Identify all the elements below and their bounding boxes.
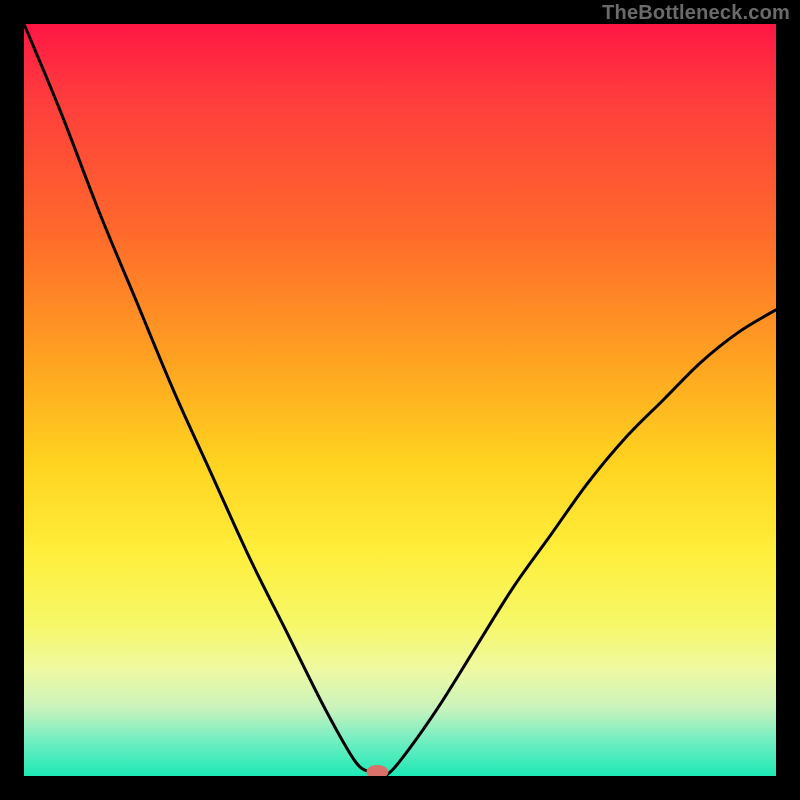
chart-frame: TheBottleneck.com xyxy=(0,0,800,800)
watermark-text: TheBottleneck.com xyxy=(602,2,790,25)
plot-area xyxy=(24,24,776,776)
optimal-marker xyxy=(366,765,388,776)
curve-layer xyxy=(24,24,776,776)
bottleneck-curve xyxy=(24,24,776,776)
